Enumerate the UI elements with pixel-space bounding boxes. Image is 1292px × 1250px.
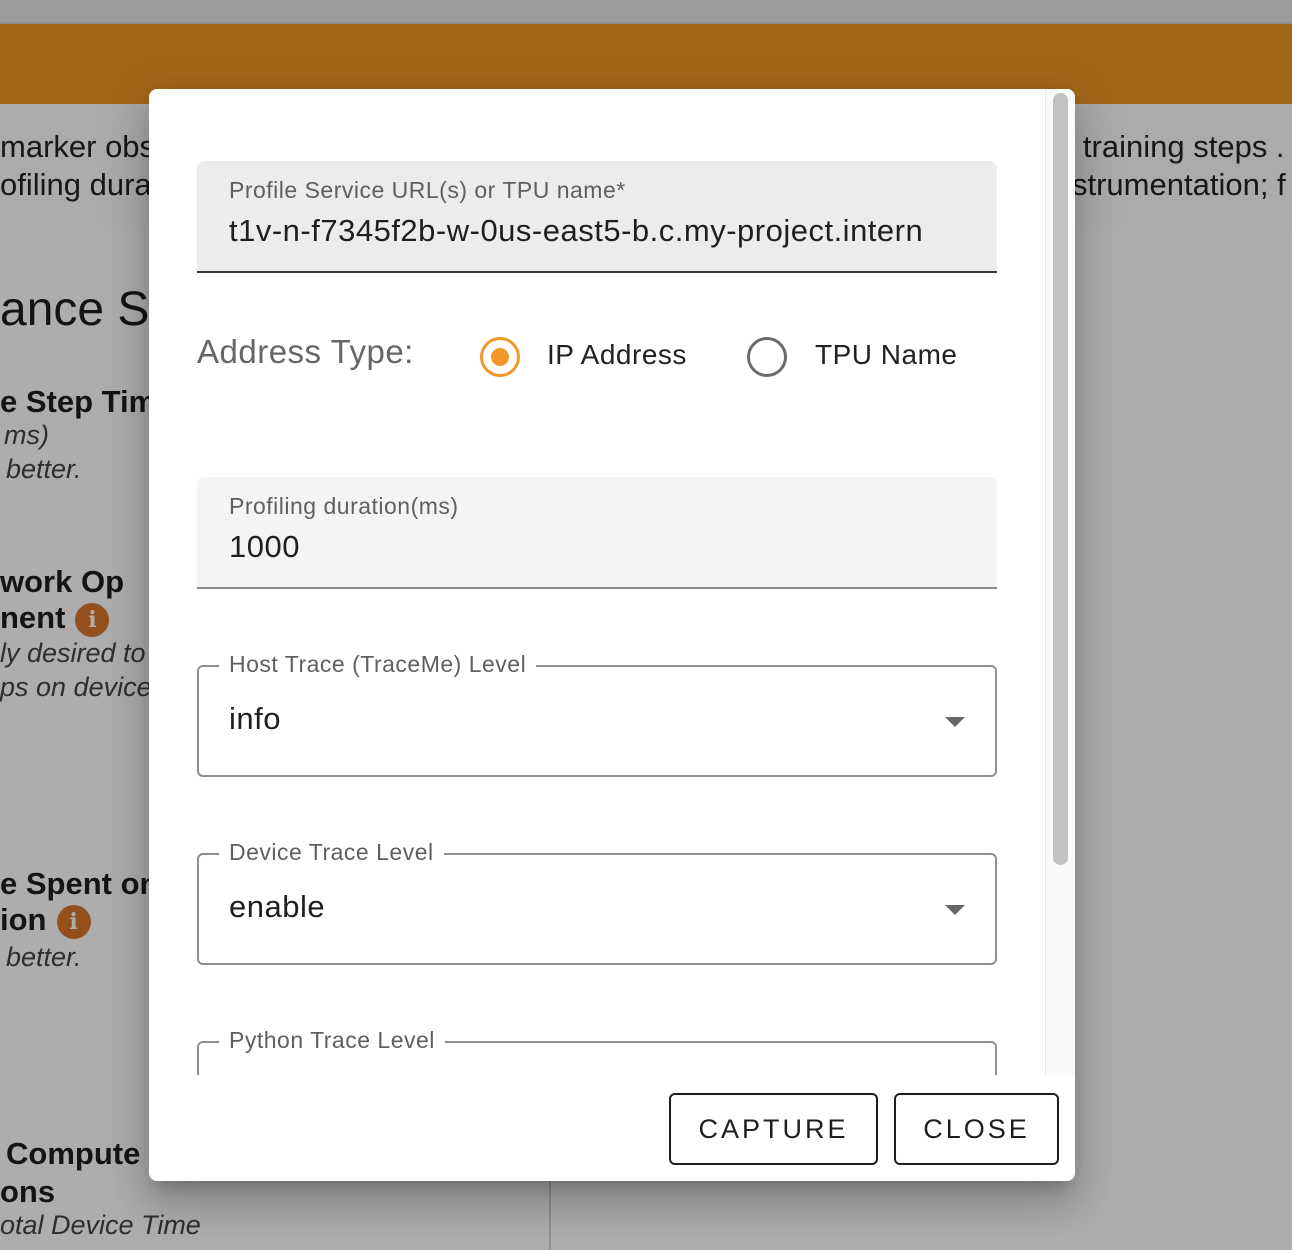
duration-label: Profiling duration(ms) [229,493,459,519]
close-button[interactable]: CLOSE [894,1093,1059,1165]
service-url-label: Profile Service URL(s) or TPU name* [229,177,626,203]
python-trace-label: Python Trace Level [219,1027,445,1054]
duration-field[interactable]: Profiling duration(ms) [197,477,997,589]
dialog-content: Profile Service URL(s) or TPU name* Addr… [149,89,1047,1075]
address-type-label: Address Type: [197,333,414,370]
duration-underline [197,587,997,589]
service-url-field[interactable]: Profile Service URL(s) or TPU name* [197,161,997,273]
service-url-input[interactable] [229,213,969,249]
device-trace-value: enable [229,889,326,924]
dropdown-arrow-icon[interactable] [945,905,965,915]
host-trace-value: info [229,701,281,736]
service-url-underline [197,271,997,273]
radio-ip-address-label[interactable]: IP Address [547,339,687,371]
radio-tpu-name[interactable] [747,337,787,377]
device-trace-label: Device Trace Level [219,839,444,866]
device-trace-select[interactable]: Device Trace Level enable [197,839,997,965]
radio-ip-address[interactable] [480,337,520,377]
capture-profile-dialog: Profile Service URL(s) or TPU name* Addr… [149,89,1075,1181]
dropdown-arrow-icon[interactable] [945,717,965,727]
host-trace-label: Host Trace (TraceMe) Level [219,651,537,678]
radio-tpu-name-label[interactable]: TPU Name [815,339,957,371]
capture-button[interactable]: CAPTURE [669,1093,878,1165]
host-trace-select[interactable]: Host Trace (TraceMe) Level info [197,651,997,777]
python-trace-select[interactable]: Python Trace Level [197,1027,997,1075]
duration-input[interactable] [229,529,969,565]
dialog-scrollbar-thumb[interactable] [1053,93,1068,865]
